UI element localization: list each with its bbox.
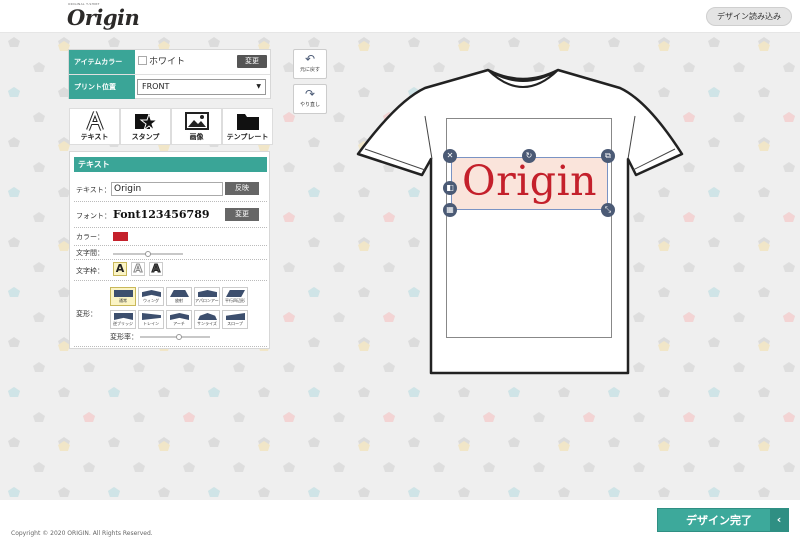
warp-option-2[interactable]: 放射 [166, 287, 192, 306]
caret-down-icon: ▼ [256, 83, 261, 90]
copyright-text: Copyright © 2020 ORIGIN. All Rights Rese… [11, 530, 153, 537]
color-swatch[interactable] [113, 232, 128, 241]
warp-shape-icon [114, 290, 133, 297]
tab-image[interactable]: 画像 [171, 108, 222, 145]
text-settings-panel: テキスト テキスト： Origin 反映 フォント： Font123456789… [69, 151, 270, 349]
spacing-label: 文字間： [76, 249, 104, 257]
warp-rate-slider[interactable] [140, 334, 210, 340]
warp-option-3[interactable]: アパロンアーチ [194, 287, 220, 306]
font-change-button[interactable]: 変更 [225, 208, 259, 221]
warp-shape-icon [142, 290, 161, 297]
frame-option-outline[interactable]: A [131, 262, 145, 276]
tab-text-label: テキスト [80, 133, 109, 141]
layer-handle-icon[interactable]: ◧ [443, 181, 457, 195]
app-header: ORIGINAL T-SHIRT Origin デザイン読み込み [0, 0, 800, 33]
spacing-slider[interactable] [113, 251, 183, 257]
warp-shape-icon [142, 313, 161, 320]
warp-shape-icon [170, 313, 189, 320]
warp-option-label: トレイン [143, 321, 159, 326]
design-complete-button[interactable]: デザイン完了 ‹ [657, 508, 789, 532]
warp-rate-label: 変形率： [110, 333, 138, 341]
delete-handle-icon[interactable]: ✕ [443, 149, 457, 163]
spacing-slider-knob[interactable] [145, 251, 151, 257]
frame-label: 文字枠： [76, 267, 104, 275]
warp-option-1[interactable]: ウィング [138, 287, 164, 306]
warp-shape-icon [170, 290, 189, 297]
color-label: カラー： [76, 233, 104, 241]
warp-option-label: 逆ブリッジ [113, 321, 133, 326]
item-color-checkbox[interactable] [138, 56, 147, 65]
font-label: フォント： [76, 212, 111, 220]
load-design-button[interactable]: デザイン読み込み [706, 7, 792, 26]
warp-option-label: アーチ [173, 321, 185, 326]
undo-button[interactable]: ↶ 元に戻す [293, 49, 327, 79]
rotate-handle-icon[interactable]: ↻ [522, 149, 536, 163]
divider [74, 201, 267, 202]
warp-option-4[interactable]: 平行四辺形 [222, 287, 248, 306]
tab-text[interactable]: テキスト [69, 108, 120, 145]
tab-stamp[interactable]: スタンプ [120, 108, 171, 145]
warp-rate-slider-knob[interactable] [175, 334, 182, 340]
copy-handle-icon[interactable]: ⧉ [601, 149, 615, 163]
warp-shape-icon [114, 313, 133, 320]
warp-option-label: アパロンアーチ [195, 298, 219, 303]
divider [74, 227, 267, 228]
frame-option-none[interactable]: A [113, 262, 127, 276]
folder-icon [236, 114, 259, 130]
warp-option-0[interactable]: 通常 [110, 287, 136, 306]
warp-option-8[interactable]: サンライズ [194, 310, 220, 329]
print-position-label: プリント位置 [69, 75, 135, 99]
warp-shape-icon [198, 290, 217, 297]
warp-option-label: スロープ [227, 321, 243, 326]
warp-label: 変形： [76, 310, 97, 318]
item-color-change-button[interactable]: 変更 [237, 55, 267, 68]
chevron-left-icon: ‹ [770, 509, 788, 531]
tab-stamp-label: スタンプ [131, 133, 160, 141]
divider [74, 280, 267, 281]
undo-label: 元に戻す [299, 67, 320, 73]
resize-handle-icon[interactable]: ⤡ [601, 203, 615, 217]
warp-shape-icon [198, 313, 217, 320]
logo-text: Origin [67, 5, 140, 30]
stamp-star-icon [134, 112, 158, 131]
warp-shape-icon [226, 290, 245, 297]
item-settings-table: アイテムカラー ホワイト 変更 プリント位置 FRONT ▼ [68, 49, 271, 99]
design-complete-label: デザイン完了 [686, 514, 752, 527]
panel-title: テキスト [74, 157, 267, 172]
warp-option-label: 平行四辺形 [225, 298, 245, 303]
text-input[interactable]: Origin [111, 182, 223, 196]
tab-template-label: テンプレート [226, 133, 269, 141]
warp-option-label: 放射 [175, 298, 183, 303]
app-footer: Copyright © 2020 ORIGIN. All Rights Rese… [0, 500, 800, 540]
frame-option-bold-outline[interactable]: A [149, 262, 163, 276]
font-sample: Font123456789 [113, 208, 210, 221]
tab-image-label: 画像 [189, 133, 204, 141]
item-color-value: ホワイト [149, 57, 186, 67]
item-color-label: アイテムカラー [69, 50, 135, 74]
redo-arrow-icon: ↷ [304, 87, 316, 101]
origin-logo[interactable]: ORIGINAL T-SHIRT Origin [66, 1, 140, 32]
redo-button[interactable]: ↷ やり直し [293, 84, 327, 114]
divider [74, 259, 267, 260]
warp-option-label: ウィング [143, 298, 159, 303]
warp-option-7[interactable]: アーチ [166, 310, 192, 329]
tab-template[interactable]: テンプレート [222, 108, 273, 145]
warp-option-9[interactable]: スロープ [222, 310, 248, 329]
warp-option-label: 通常 [119, 298, 127, 303]
print-position-value: FRONT [142, 82, 170, 91]
divider [74, 245, 267, 246]
reflect-button[interactable]: 反映 [225, 182, 259, 195]
warp-option-6[interactable]: トレイン [138, 310, 164, 329]
warp-option-label: サンライズ [197, 321, 217, 326]
text-a-icon [85, 111, 104, 131]
warp-option-5[interactable]: 逆ブリッジ [110, 310, 136, 329]
undo-arrow-icon: ↶ [304, 52, 316, 66]
image-icon [184, 112, 209, 130]
flip-handle-icon[interactable]: ▦ [443, 203, 457, 217]
warp-shape-icon [226, 313, 245, 320]
redo-label: やり直し [299, 102, 320, 108]
divider [74, 346, 267, 347]
print-position-select[interactable]: FRONT ▼ [137, 79, 266, 95]
text-label: テキスト： [76, 186, 111, 194]
